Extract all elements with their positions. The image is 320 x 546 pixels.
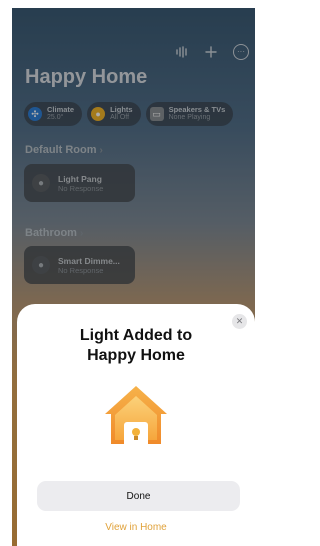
- done-button[interactable]: Done: [37, 481, 240, 511]
- home-app-screen: ··· Happy Home ✣ Climate 25.0° ● Lights …: [12, 8, 255, 546]
- accessory-added-sheet: ✕ Light Added to Happy Home Done View in…: [17, 304, 255, 546]
- sheet-title-line1: Light Added to: [79, 327, 193, 344]
- sheet-title-line2: Happy Home: [87, 347, 185, 364]
- sheet-title: Light Added to Happy Home: [17, 326, 255, 366]
- view-in-home-link[interactable]: View in Home: [17, 522, 255, 533]
- home-app-icon: [101, 382, 171, 452]
